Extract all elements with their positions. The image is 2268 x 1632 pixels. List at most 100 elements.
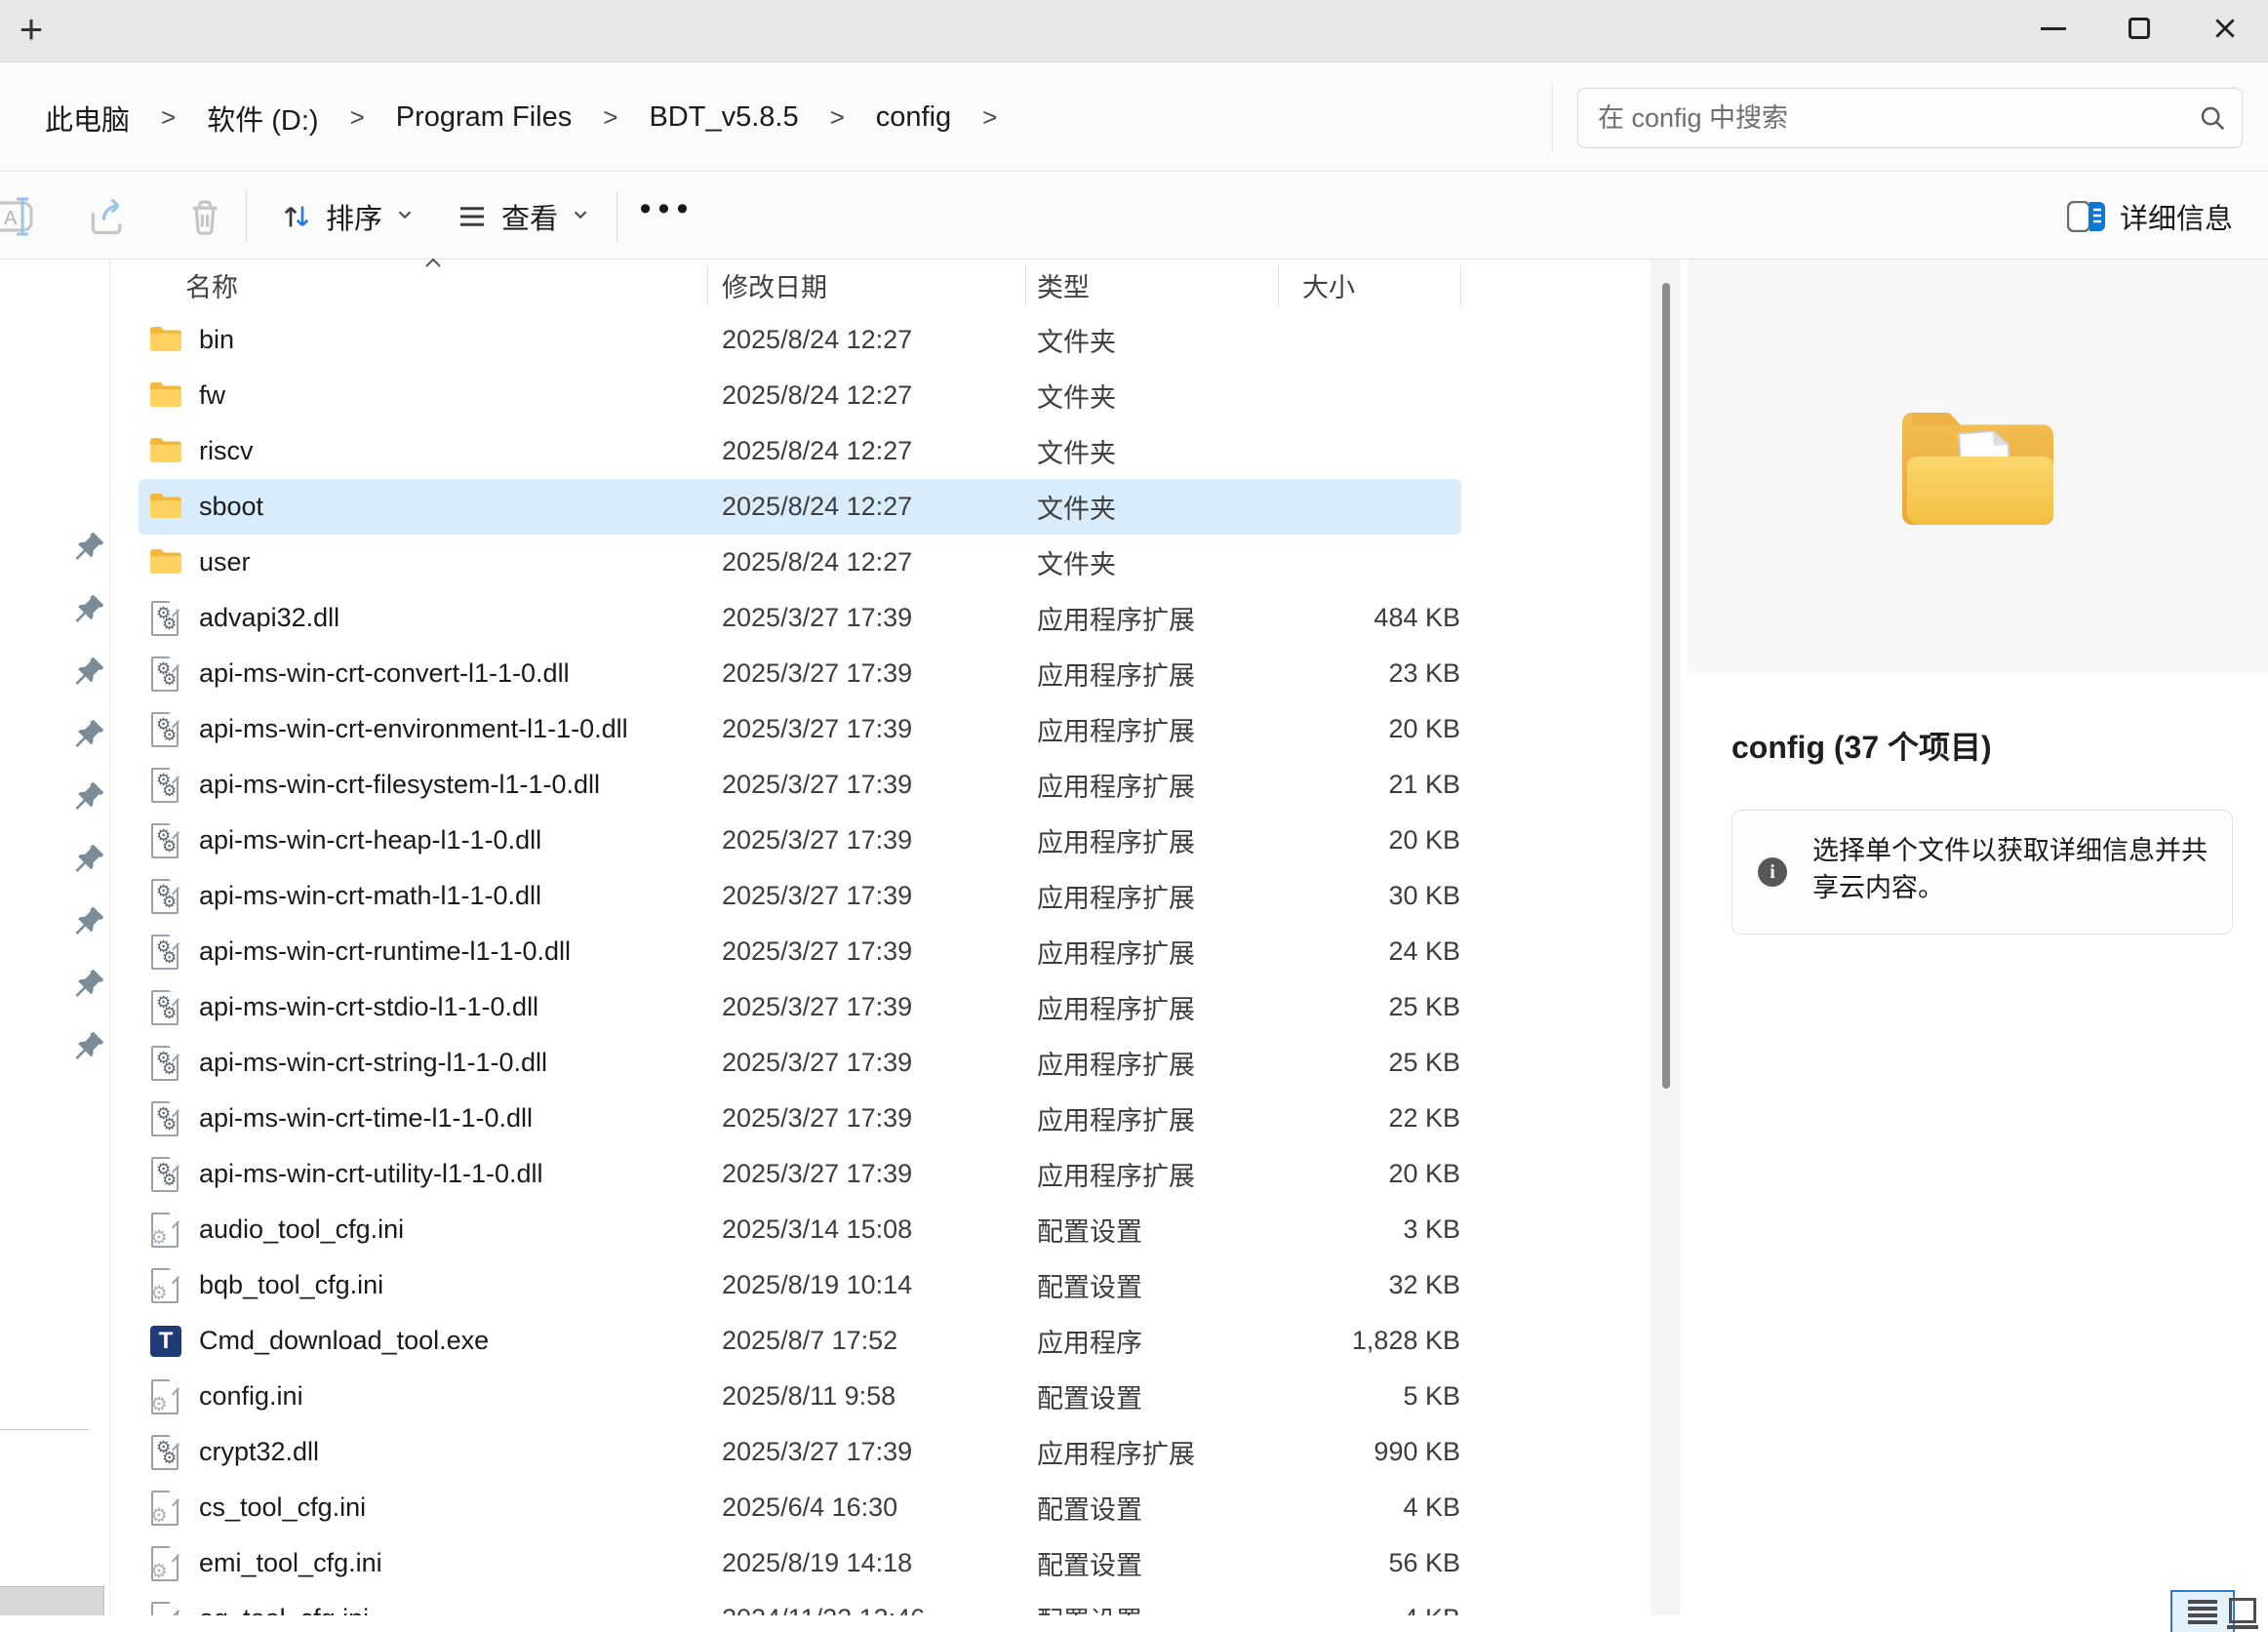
table-row[interactable]: ⚙ cs_tool_cfg.ini 2025/6/4 16:30 配置设置 4 … <box>139 1480 1461 1535</box>
file-name-cell: ⚙ audio_tool_cfg.ini <box>148 1202 404 1257</box>
breadcrumb-item-2[interactable]: Program Files <box>380 90 588 145</box>
share-button[interactable] <box>76 185 139 248</box>
column-header-size[interactable]: 大小 <box>1302 259 1355 311</box>
column-separator[interactable] <box>707 265 708 306</box>
table-row[interactable]: ⚙⚙ api-ms-win-crt-heap-l1-1-0.dll 2025/3… <box>139 813 1461 868</box>
new-tab-button[interactable]: + <box>8 2 55 57</box>
details-view-button[interactable] <box>2170 1590 2235 1632</box>
table-row[interactable]: ⚙ audio_tool_cfg.ini 2025/3/14 15:08 配置设… <box>139 1202 1461 1257</box>
table-row[interactable]: ⚙⚙ api-ms-win-crt-math-l1-1-0.dll 2025/3… <box>139 868 1461 924</box>
column-header-type[interactable]: 类型 <box>1037 259 1090 311</box>
file-name-cell: ⚙⚙ api-ms-win-crt-convert-l1-1-0.dll <box>148 646 570 701</box>
column-header-date[interactable]: 修改日期 <box>722 259 827 311</box>
table-row[interactable]: fw 2025/8/24 12:27 文件夹 <box>139 368 1461 423</box>
file-size: 22 KB <box>1231 1091 1460 1146</box>
table-row[interactable]: ⚙⚙ advapi32.dll 2025/3/27 17:39 应用程序扩展 4… <box>139 590 1461 646</box>
close-button[interactable] <box>2182 0 2268 57</box>
maximize-button[interactable] <box>2096 0 2182 57</box>
table-row[interactable]: sboot 2025/8/24 12:27 文件夹 <box>139 479 1461 535</box>
table-row[interactable]: T Cmd_download_tool.exe 2025/8/7 17:52 应… <box>139 1313 1461 1369</box>
pinned-item-pin-icon[interactable] <box>72 716 107 751</box>
file-size <box>1231 312 1460 368</box>
more-options-button[interactable]: ••• <box>636 185 698 248</box>
icons-view-icon <box>2229 1598 2256 1623</box>
table-row[interactable]: ⚙ emi_tool_cfg.ini 2025/8/19 14:18 配置设置 … <box>139 1535 1461 1591</box>
table-row[interactable]: ⚙⚙ api-ms-win-crt-utility-l1-1-0.dll 202… <box>139 1146 1461 1202</box>
file-date: 2025/8/19 14:18 <box>722 1535 912 1591</box>
table-row[interactable]: ⚙⚙ api-ms-win-crt-string-l1-1-0.dll 2025… <box>139 1035 1461 1091</box>
column-separator[interactable] <box>1025 265 1026 306</box>
table-row[interactable]: ⚙⚙ api-ms-win-crt-convert-l1-1-0.dll 202… <box>139 646 1461 701</box>
breadcrumb-item-4[interactable]: config <box>860 90 967 145</box>
table-row[interactable]: ⚙⚙ api-ms-win-crt-stdio-l1-1-0.dll 2025/… <box>139 979 1461 1035</box>
file-date: 2025/8/24 12:27 <box>722 368 912 423</box>
vertical-scrollbar[interactable] <box>1651 259 1680 1632</box>
pinned-item-pin-icon[interactable] <box>72 529 107 564</box>
table-row[interactable]: ⚙⚙ api-ms-win-crt-filesystem-l1-1-0.dll … <box>139 757 1461 813</box>
file-size: 3 KB <box>1231 1202 1460 1257</box>
file-name: api-ms-win-crt-filesystem-l1-1-0.dll <box>199 770 600 800</box>
file-name-cell: ⚙⚙ api-ms-win-crt-time-l1-1-0.dll <box>148 1091 533 1146</box>
details-pane-toggle-button[interactable]: 详细信息 <box>2053 185 2247 248</box>
breadcrumb-item-1[interactable]: 软件 (D:) <box>191 86 334 150</box>
folder-icon <box>148 378 183 410</box>
breadcrumb-chevron-icon[interactable]: > <box>815 102 860 133</box>
search-input[interactable] <box>1578 103 2183 134</box>
file-size: 30 KB <box>1231 868 1460 924</box>
breadcrumb-chevron-icon[interactable]: > <box>335 102 380 133</box>
search-box[interactable] <box>1577 88 2243 148</box>
pinned-item-pin-icon[interactable] <box>72 1028 107 1063</box>
close-icon <box>2212 16 2238 41</box>
large-icons-view-button[interactable] <box>2227 1598 2258 1631</box>
file-size: 5 KB <box>1231 1369 1460 1424</box>
file-size: 23 KB <box>1231 646 1460 701</box>
more-icon: ••• <box>640 199 696 234</box>
table-row[interactable]: ⚙⚙ crypt32.dll 2025/3/27 17:39 应用程序扩展 99… <box>139 1424 1461 1480</box>
ini-icon: ⚙ <box>148 1379 183 1414</box>
pinned-item-pin-icon[interactable] <box>72 591 107 626</box>
file-type: 文件夹 <box>1037 479 1116 535</box>
breadcrumb-chevron-icon[interactable]: > <box>145 102 191 133</box>
breadcrumb-item-0[interactable]: 此电脑 <box>29 86 145 150</box>
pinned-item-pin-icon[interactable] <box>72 778 107 814</box>
table-row[interactable]: ⚙⚙ api-ms-win-crt-time-l1-1-0.dll 2025/3… <box>139 1091 1461 1146</box>
file-name-cell: ⚙⚙ api-ms-win-crt-environment-l1-1-0.dll <box>148 701 628 757</box>
table-row[interactable]: bin 2025/8/24 12:27 文件夹 <box>139 312 1461 368</box>
pinned-item-pin-icon[interactable] <box>72 654 107 689</box>
table-row[interactable]: ⚙ config.ini 2025/8/11 9:58 配置设置 5 KB <box>139 1369 1461 1424</box>
address-bar: 此电脑>软件 (D:)>Program Files>BDT_v5.8.5>con… <box>0 63 2268 172</box>
info-icon: i <box>1758 857 1787 887</box>
view-button[interactable]: 查看 <box>441 185 605 248</box>
pinned-item-pin-icon[interactable] <box>72 903 107 938</box>
delete-button[interactable] <box>174 185 236 248</box>
column-header-name[interactable]: 名称 <box>185 259 238 311</box>
folder-icon <box>148 490 183 525</box>
table-row[interactable]: ⚙⚙ api-ms-win-crt-environment-l1-1-0.dll… <box>139 701 1461 757</box>
dll-icon: ⚙⚙ <box>148 1046 183 1081</box>
table-row[interactable]: user 2025/8/24 12:27 文件夹 <box>139 535 1461 590</box>
file-type: 配置设置 <box>1037 1535 1142 1591</box>
breadcrumb-chevron-icon[interactable]: > <box>587 102 633 133</box>
table-row[interactable]: ⚙ bqb_tool_cfg.ini 2025/8/19 10:14 配置设置 … <box>139 1257 1461 1313</box>
file-date: 2025/8/24 12:27 <box>722 535 912 590</box>
breadcrumb-chevron-icon[interactable]: > <box>967 102 1013 133</box>
column-separator[interactable] <box>1278 265 1279 306</box>
search-icon[interactable] <box>2183 103 2242 133</box>
breadcrumb-item-3[interactable]: BDT_v5.8.5 <box>633 90 814 145</box>
file-type: 应用程序扩展 <box>1037 1424 1195 1480</box>
file-date: 2025/3/27 17:39 <box>722 1035 912 1091</box>
table-row[interactable]: ⚙⚙ api-ms-win-crt-runtime-l1-1-0.dll 202… <box>139 924 1461 979</box>
column-separator[interactable] <box>1460 265 1461 306</box>
file-name-cell: ⚙ cs_tool_cfg.ini <box>148 1480 366 1535</box>
sort-button[interactable]: 排序 <box>265 185 429 248</box>
scrollbar-thumb[interactable] <box>1662 283 1670 1089</box>
minimize-button[interactable] <box>2010 0 2096 57</box>
pinned-item-pin-icon[interactable] <box>72 966 107 1001</box>
table-row[interactable]: riscv 2025/8/24 12:27 文件夹 <box>139 423 1461 479</box>
file-type: 应用程序扩展 <box>1037 757 1195 813</box>
file-date: 2025/6/4 16:30 <box>722 1480 897 1535</box>
rename-button[interactable]: A <box>0 185 47 248</box>
pinned-item-pin-icon[interactable] <box>72 841 107 876</box>
folder-icon <box>148 434 183 465</box>
file-date: 2025/3/27 17:39 <box>722 1146 912 1202</box>
